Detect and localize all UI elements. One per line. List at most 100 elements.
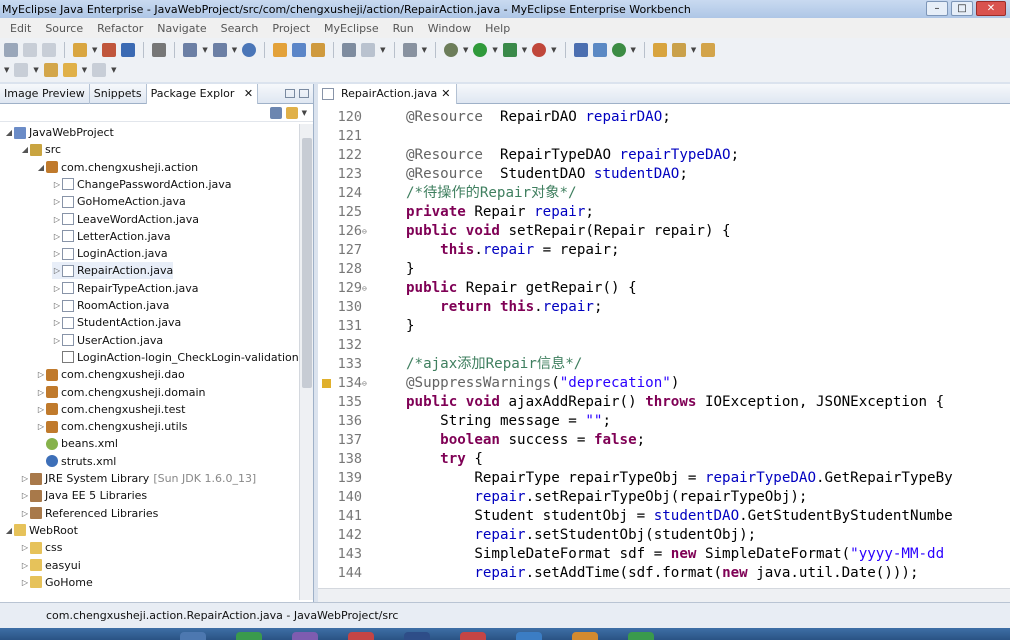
code-line[interactable]: 143 SimpleDateFormat sdf = new SimpleDat… <box>318 545 1010 564</box>
debug-icon[interactable] <box>443 43 458 57</box>
collapsed-arrow-icon[interactable]: ▷ <box>20 505 30 522</box>
tab-repairaction-java[interactable]: RepairAction.java ✕ <box>318 84 458 104</box>
tree-item[interactable]: ▷ css <box>20 539 63 556</box>
chevron-down-icon[interactable]: ▼ <box>691 46 696 54</box>
tree-item[interactable]: ▷ com.chengxusheji.utils <box>36 418 188 435</box>
collapse-all-icon[interactable] <box>269 106 282 119</box>
collapsed-arrow-icon[interactable]: ▷ <box>20 539 30 556</box>
code-line[interactable]: 121 <box>318 127 1010 146</box>
code-line[interactable]: 139 RepairType repairTypeObj = repairTyp… <box>318 469 1010 488</box>
new-icon[interactable] <box>4 43 18 57</box>
taskbar-app-icon[interactable] <box>460 632 486 640</box>
code-line[interactable]: 124 /*待操作的Repair对象*/ <box>318 184 1010 203</box>
collapsed-arrow-icon[interactable]: ▷ <box>52 297 62 314</box>
new-project-icon[interactable] <box>73 43 87 57</box>
code-line[interactable]: 136 String message = ""; <box>318 412 1010 431</box>
code-line[interactable]: 132 <box>318 336 1010 355</box>
code-line[interactable]: 144 repair.setAddTime(sdf.format(new jav… <box>318 564 1010 583</box>
collapsed-arrow-icon[interactable]: ▷ <box>20 557 30 574</box>
code-line[interactable]: 137 boolean success = false; <box>318 431 1010 450</box>
maximize-button[interactable]: □ <box>951 1 973 16</box>
chevron-down-icon[interactable]: ▼ <box>82 66 87 74</box>
tree-item[interactable]: ▷ Referenced Libraries <box>20 505 158 522</box>
tree-item[interactable]: ◢ JavaWebProject <box>4 124 114 141</box>
tree-item[interactable]: ◢ WebRoot <box>4 522 78 539</box>
search-icon[interactable] <box>361 43 376 57</box>
tree-item[interactable]: ◢ src <box>20 141 61 158</box>
menu-help[interactable]: Help <box>485 22 510 35</box>
menu-myeclipse[interactable]: MyEclipse <box>324 22 379 35</box>
taskbar-app-icon[interactable] <box>292 632 318 640</box>
forward-icon[interactable] <box>92 63 107 77</box>
tree-item[interactable]: ▷ RoomAction.java <box>52 297 169 314</box>
tab-package-explorer[interactable]: Package Explor ✕ <box>146 84 259 104</box>
tree-item[interactable]: ▷ GoHome <box>20 574 93 591</box>
open-resource-icon[interactable] <box>292 43 307 57</box>
tree-item[interactable]: ◢ com.chengxusheji.action <box>36 159 198 176</box>
collapsed-arrow-icon[interactable]: ▷ <box>52 262 62 279</box>
collapsed-arrow-icon[interactable]: ▷ <box>52 314 62 331</box>
maximize-view-icon[interactable] <box>299 89 309 98</box>
code-line[interactable]: 142 repair.setStudentObj(studentObj); <box>318 526 1010 545</box>
collapsed-arrow-icon[interactable]: ▷ <box>36 384 46 401</box>
wizard-alt-icon[interactable] <box>212 43 227 57</box>
annotation-icon[interactable] <box>14 63 29 77</box>
code-line[interactable]: 123 @Resource StudentDAO studentDAO; <box>318 165 1010 184</box>
collapsed-arrow-icon[interactable]: ▷ <box>52 245 62 262</box>
deploy-icon[interactable] <box>102 43 117 57</box>
new-class-icon[interactable] <box>573 43 588 57</box>
collapsed-arrow-icon[interactable]: ▷ <box>52 228 62 245</box>
tree-item[interactable]: beans.xml <box>36 435 118 452</box>
chevron-down-icon[interactable]: ▼ <box>492 46 497 54</box>
code-line[interactable]: 135 public void ajaxAddRepair() throws IO… <box>318 393 1010 412</box>
expanded-arrow-icon[interactable]: ◢ <box>20 141 30 158</box>
scrollbar-thumb[interactable] <box>302 138 312 388</box>
chevron-down-icon[interactable]: ▼ <box>92 46 97 54</box>
save-icon[interactable] <box>23 43 37 57</box>
menu-refactor[interactable]: Refactor <box>97 22 143 35</box>
view-menu-icon[interactable]: ▼ <box>302 109 307 117</box>
console-icon[interactable] <box>402 43 417 57</box>
chevron-down-icon[interactable]: ▼ <box>631 46 636 54</box>
menu-project[interactable]: Project <box>272 22 310 35</box>
collapsed-arrow-icon[interactable]: ▷ <box>20 470 30 487</box>
code-line[interactable]: 127 this.repair = repair; <box>318 241 1010 260</box>
tree-item[interactable]: ▷ LetterAction.java <box>52 228 171 245</box>
chevron-down-icon[interactable]: ▼ <box>4 66 9 74</box>
close-button[interactable]: ✕ <box>976 1 1006 16</box>
taskbar-app-icon[interactable] <box>348 632 374 640</box>
back-icon[interactable] <box>62 63 77 77</box>
expanded-arrow-icon[interactable]: ◢ <box>36 159 46 176</box>
tree-item[interactable]: ▷ GoHomeAction.java <box>52 193 186 210</box>
collapsed-arrow-icon[interactable]: ▷ <box>52 332 62 349</box>
code-line[interactable]: 134 ⊖ @SuppressWarnings("deprecation") <box>318 374 1010 393</box>
run-config-icon[interactable] <box>502 43 517 57</box>
editor-horizontal-scrollbar[interactable] <box>318 588 1010 602</box>
open-type-icon[interactable] <box>273 43 288 57</box>
code-line[interactable]: 138 try { <box>318 450 1010 469</box>
fold-icon[interactable]: ⊖ <box>362 374 372 393</box>
taskbar-app-icon[interactable] <box>572 632 598 640</box>
code-line[interactable]: 120 @Resource RepairDAO repairDAO; <box>318 108 1010 127</box>
code-line[interactable]: 126 ⊖ public void setRepair(Repair repair)… <box>318 222 1010 241</box>
tree-item[interactable]: ▷ com.chengxusheji.dao <box>36 366 185 383</box>
close-icon[interactable]: ✕ <box>441 84 450 104</box>
collapsed-arrow-icon[interactable]: ▷ <box>20 487 30 504</box>
collapsed-arrow-icon[interactable]: ▷ <box>52 211 62 228</box>
tree-item[interactable]: ▷ StudentAction.java <box>52 314 181 331</box>
collapsed-arrow-icon[interactable]: ▷ <box>36 418 46 435</box>
tree-item[interactable]: ▷ LoginAction.java <box>52 245 168 262</box>
tree-item[interactable]: ▷ ChangePasswordAction.java <box>52 176 232 193</box>
tree-item[interactable]: ▷ UserAction.java <box>52 332 163 349</box>
tree-item[interactable]: ▷ com.chengxusheji.domain <box>36 384 206 401</box>
collapsed-arrow-icon[interactable]: ▷ <box>52 280 62 297</box>
edit-icon[interactable] <box>701 43 716 57</box>
fold-icon[interactable]: ⊖ <box>362 222 372 241</box>
menu-run[interactable]: Run <box>393 22 414 35</box>
menu-source[interactable]: Source <box>45 22 83 35</box>
minimize-view-icon[interactable] <box>285 89 295 98</box>
new-package-icon[interactable] <box>592 43 607 57</box>
tree-item[interactable]: ▷ RepairTypeAction.java <box>52 280 199 297</box>
tree-item[interactable]: LoginAction-login_CheckLogin-validation.… <box>52 349 313 366</box>
collapsed-arrow-icon[interactable]: ▷ <box>36 366 46 383</box>
